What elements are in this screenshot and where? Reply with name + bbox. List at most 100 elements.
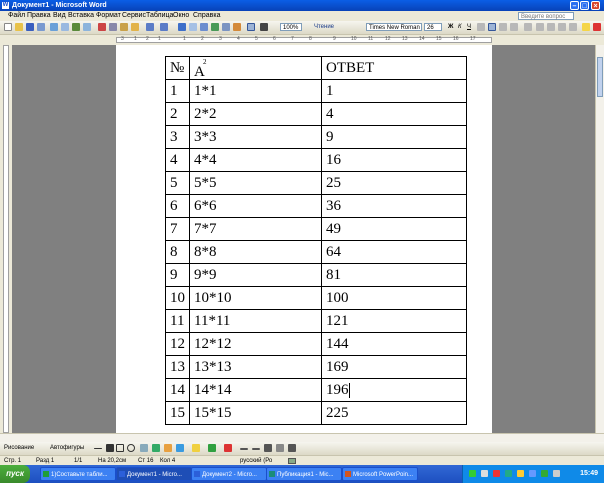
maximize-icon[interactable]: □ <box>580 1 589 10</box>
hyperlink-icon[interactable] <box>178 23 186 31</box>
oval-tool-icon[interactable] <box>127 444 135 452</box>
tray-antivirus-icon[interactable] <box>493 470 500 477</box>
row-expression-cell[interactable]: 5*5 <box>189 171 322 195</box>
horizontal-ruler[interactable]: 3 1 2 1 1 2 3 4 5 6 7 8 9 10 11 12 13 14… <box>0 35 604 45</box>
underline-button[interactable]: Ч <box>467 23 471 32</box>
paste-icon[interactable] <box>120 23 128 31</box>
row-number-cell[interactable]: 2 <box>165 102 190 126</box>
reading-mode-button[interactable]: Чтение <box>314 23 334 32</box>
row-expression-cell[interactable]: 4*4 <box>189 148 322 172</box>
row-answer-cell[interactable]: 169 <box>321 355 467 379</box>
row-expression-cell[interactable]: 7*7 <box>189 217 322 241</box>
minimize-icon[interactable]: – <box>570 1 579 10</box>
italic-button[interactable]: К <box>458 23 462 32</box>
menu-insert[interactable]: Вставка <box>68 12 94 20</box>
clipart-icon[interactable] <box>176 444 184 452</box>
save-icon[interactable] <box>26 23 34 31</box>
ask-question-input[interactable]: Введите вопрос <box>518 12 574 20</box>
row-number-cell[interactable]: 15 <box>165 401 190 425</box>
line-color-icon[interactable] <box>208 444 216 452</box>
redo-icon[interactable] <box>160 23 168 31</box>
cut-icon[interactable] <box>98 23 106 31</box>
squares-table[interactable]: № А2 ОТВЕТ 1 1*1 1 2 2*2 4 3 3*3 9 4 4*4 16 5 5*5 25 6 6… <box>165 56 467 425</box>
highlight-icon[interactable] <box>582 23 590 31</box>
row-answer-cell[interactable]: 144 <box>321 332 467 356</box>
header-answer-cell[interactable]: ОТВЕТ <box>321 56 467 80</box>
row-answer-cell[interactable]: 16 <box>321 148 467 172</box>
row-answer-cell[interactable]: 36 <box>321 194 467 218</box>
rectangle-tool-icon[interactable] <box>116 444 124 452</box>
zoom-select[interactable]: 100% <box>280 23 302 31</box>
row-number-cell[interactable]: 11 <box>165 309 190 333</box>
bullets-icon[interactable] <box>547 23 555 31</box>
row-answer-cell[interactable]: 49 <box>321 217 467 241</box>
tray-alert-icon[interactable] <box>517 470 524 477</box>
row-number-cell[interactable]: 14 <box>165 378 190 402</box>
line-style-icon[interactable] <box>240 448 248 450</box>
taskbar-button-3[interactable]: Документ2 - Micro... <box>191 467 267 481</box>
row-answer-cell[interactable]: 196 <box>321 378 467 402</box>
tray-lang-icon[interactable] <box>529 470 536 477</box>
row-number-cell[interactable]: 12 <box>165 332 190 356</box>
row-expression-cell[interactable]: 14*14 <box>189 378 322 402</box>
vertical-ruler[interactable] <box>0 45 12 433</box>
copy-icon[interactable] <box>109 23 117 31</box>
document-map-icon[interactable] <box>247 23 255 31</box>
tables-borders-icon[interactable] <box>189 23 197 31</box>
spelling-status-icon[interactable] <box>288 458 296 464</box>
new-document-icon[interactable] <box>4 23 12 31</box>
align-center-icon[interactable] <box>488 23 496 31</box>
show-formatting-icon[interactable] <box>260 23 268 31</box>
row-expression-cell[interactable]: 2*2 <box>189 102 322 126</box>
tray-network-icon[interactable] <box>469 470 476 477</box>
row-answer-cell[interactable]: 225 <box>321 401 467 425</box>
title-bar[interactable]: W Документ1 - Microsoft Word – □ × <box>0 0 604 11</box>
row-expression-cell[interactable]: 8*8 <box>189 240 322 264</box>
dash-style-icon[interactable] <box>252 448 260 450</box>
row-expression-cell[interactable]: 11*11 <box>189 309 322 333</box>
taskbar-button-1[interactable]: 1)Составьте табли... <box>40 467 116 481</box>
row-number-cell[interactable]: 6 <box>165 194 190 218</box>
header-expression-cell[interactable]: А2 <box>189 56 322 80</box>
taskbar-button-5[interactable]: Microsoft PowerPoin... <box>342 467 418 481</box>
menu-edit[interactable]: Правка <box>27 12 51 20</box>
start-button[interactable]: пуск <box>0 465 30 483</box>
vertical-scrollbar[interactable] <box>595 45 604 433</box>
row-number-cell[interactable]: 5 <box>165 171 190 195</box>
menu-view[interactable]: Вид <box>53 12 66 20</box>
autoshapes-button[interactable]: Автофигуры <box>50 444 84 453</box>
row-number-cell[interactable]: 13 <box>165 355 190 379</box>
text-box-icon[interactable] <box>140 444 148 452</box>
row-expression-cell[interactable]: 9*9 <box>189 263 322 287</box>
taskbar-button-4[interactable]: Публикация1 - Mic... <box>266 467 342 481</box>
align-right-icon[interactable] <box>499 23 507 31</box>
insert-excel-icon[interactable] <box>211 23 219 31</box>
row-answer-cell[interactable]: 100 <box>321 286 467 310</box>
align-left-icon[interactable] <box>477 23 485 31</box>
row-expression-cell[interactable]: 15*15 <box>189 401 322 425</box>
menu-window[interactable]: Окно <box>173 12 189 20</box>
format-painter-icon[interactable] <box>131 23 139 31</box>
columns-icon[interactable] <box>222 23 230 31</box>
bold-button[interactable]: Ж <box>448 23 453 32</box>
row-number-cell[interactable]: 8 <box>165 240 190 264</box>
row-number-cell[interactable]: 9 <box>165 263 190 287</box>
diagram-icon[interactable] <box>164 444 172 452</box>
row-expression-cell[interactable]: 3*3 <box>189 125 322 149</box>
row-answer-cell[interactable]: 64 <box>321 240 467 264</box>
tray-app-icon[interactable] <box>505 470 512 477</box>
tray-misc-icon[interactable] <box>553 470 560 477</box>
row-expression-cell[interactable]: 1*1 <box>189 79 322 103</box>
print-preview-icon[interactable] <box>61 23 69 31</box>
increase-indent-icon[interactable] <box>569 23 577 31</box>
decrease-indent-icon[interactable] <box>558 23 566 31</box>
open-folder-icon[interactable] <box>15 23 23 31</box>
row-answer-cell[interactable]: 81 <box>321 263 467 287</box>
row-expression-cell[interactable]: 13*13 <box>189 355 322 379</box>
scrollbar-thumb[interactable] <box>597 57 603 97</box>
row-answer-cell[interactable]: 121 <box>321 309 467 333</box>
fill-color-icon[interactable] <box>192 444 200 452</box>
arrow-style-icon[interactable] <box>264 444 272 452</box>
font-size-select[interactable]: 26 <box>424 23 442 31</box>
line-tool-icon[interactable] <box>94 448 102 449</box>
